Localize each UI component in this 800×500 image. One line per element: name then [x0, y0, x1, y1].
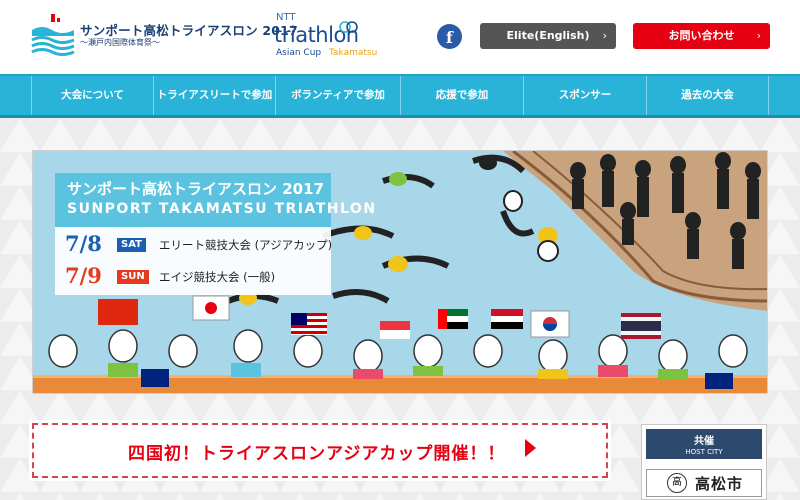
hero-title-jp: サンポート高松トライアスロン 2017 [67, 180, 324, 198]
site-logo[interactable]: サンポート高松トライアスロン 2017 〜瀬戸内国際体育祭〜 [30, 14, 298, 58]
elite-english-button[interactable]: Elite(English) › [480, 23, 616, 49]
event-description: エリート競技大会 (アジアカップ) [159, 238, 333, 252]
host-label-jp: 共催 [694, 436, 714, 447]
ntt-triathlon-logo[interactable]: NTT triathlon Asian Cup Takamatsu [274, 12, 384, 62]
logo-subtitle: 〜瀬戸内国際体育祭〜 [80, 38, 160, 47]
nav-item-past-events[interactable]: 過去の大会 [646, 76, 769, 115]
chevron-right-icon: › [756, 29, 761, 42]
nav-item-triathlete[interactable]: トライアスリートで参加 [153, 76, 275, 115]
host-header: 共催 HOST CITY [646, 429, 762, 459]
nav-item-volunteer[interactable]: ボランティアで参加 [275, 76, 400, 115]
banner-text: 四国初！トライアスロンアジアカップ開催！！ [128, 444, 506, 464]
nav-item-about[interactable]: 大会について [31, 76, 153, 115]
contact-button[interactable]: お問い合わせ › [633, 23, 770, 49]
host-city-box[interactable]: 共催 HOST CITY 高 高松市 [641, 424, 767, 500]
city-seal-icon: 高 [667, 473, 687, 493]
contact-button-label: お問い合わせ [668, 29, 735, 42]
asia-cup-banner[interactable]: 四国初！トライアスロンアジアカップ開催！！ [29, 420, 611, 481]
triathlon-rings-icon [339, 21, 358, 33]
nav-item-support[interactable]: 応援で参加 [400, 76, 523, 115]
host-label-en: HOST CITY [685, 448, 723, 456]
facebook-icon[interactable]: f [437, 24, 462, 49]
ntt-logo-sub-left: Asian Cup [276, 48, 322, 58]
event-day-badge: SAT [117, 238, 146, 252]
event-description: エイジ競技大会 (一般) [159, 270, 276, 284]
logo-mark-icon [31, 14, 75, 56]
site-header: サンポート高松トライアスロン 2017 〜瀬戸内国際体育祭〜 NTT triat… [0, 0, 800, 74]
chevron-right-icon: › [602, 29, 607, 42]
host-city-logo[interactable]: 高 高松市 [646, 469, 762, 497]
event-date: 7/9 [65, 263, 102, 288]
ntt-logo-top: NTT [276, 12, 296, 23]
hero-title-en: SUNPORT TAKAMATSU TRIATHLON [67, 201, 377, 217]
hero-event-dates: 7/8 SAT エリート競技大会 (アジアカップ) 7/9 SUN エイジ競技大… [55, 227, 333, 295]
hero-title-box: サンポート高松トライアスロン 2017 SUNPORT TAKAMATSU TR… [55, 173, 375, 227]
elite-button-label: Elite(English) [506, 29, 590, 42]
event-date: 7/8 [65, 231, 102, 256]
hero-banner[interactable]: サンポート高松トライアスロン 2017 SUNPORT TAKAMATSU TR… [32, 150, 768, 394]
nav-item-sponsors[interactable]: スポンサー [523, 76, 646, 115]
ntt-logo-sub-right: Takamatsu [329, 48, 378, 58]
play-arrow-icon [525, 439, 536, 457]
main-nav: 大会について トライアスリートで参加 ボランティアで参加 応援で参加 スポンサー… [0, 74, 800, 118]
event-day-badge: SUN [117, 270, 149, 284]
host-city-name: 高松市 [695, 475, 744, 493]
